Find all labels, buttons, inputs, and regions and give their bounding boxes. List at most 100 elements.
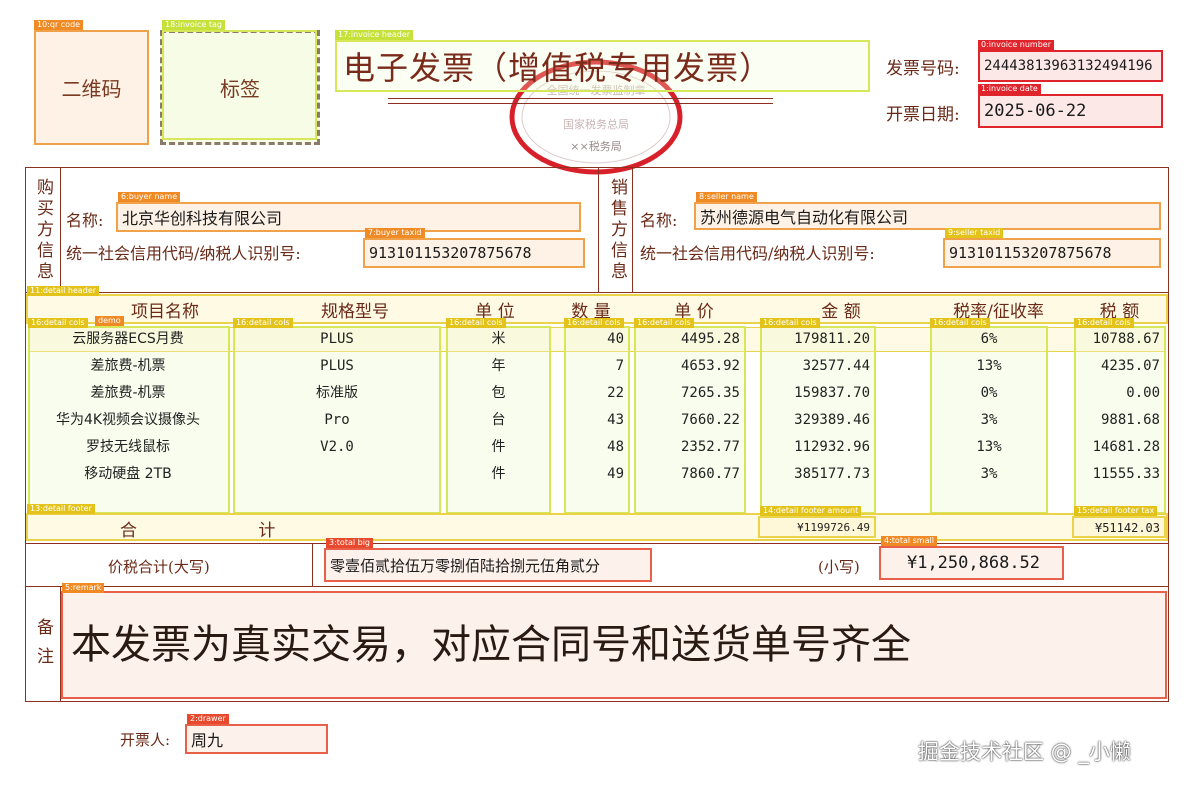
detail-cell-project-name: 移动硬盘 2TB (84, 466, 172, 482)
detail-cell-project-name: 差旅费-机票 (90, 358, 166, 374)
drawer-tag: 2:drawer (187, 714, 229, 724)
buyer-name-field: 北京华创科技有限公司 (116, 202, 581, 232)
seller-name-label: 名称: (640, 211, 678, 230)
remark-field: 本发票为真实交易，对应合同号和送货单号齐全 (61, 591, 1167, 699)
seal-mid-text: 国家税务总局 (563, 117, 629, 131)
detail-col-tax-amount-tag: 16:detail cols (1074, 318, 1134, 328)
detail-cell-quantity: 43 (607, 412, 624, 428)
detail-cell-tax-amount: 9881.68 (1100, 412, 1160, 428)
detail-col-amount-tag: 16:detail cols (760, 318, 820, 328)
detail-footer-amount: ¥1199726.49 (758, 516, 876, 538)
detail-cell-quantity: 40 (607, 331, 624, 347)
totals-top-line (25, 543, 1169, 544)
detail-col-unit-tag: 16:detail cols (446, 318, 506, 328)
detail-cell-unit: 台 (491, 412, 506, 428)
watermark-text: 掘金技术社区 @ _小懒 (918, 740, 1131, 764)
detail-cell-unit: 米 (491, 331, 506, 347)
detail-cell-tax-amount: 14681.28 (1092, 439, 1160, 455)
detail-cell-amount: 329389.46 (794, 412, 870, 428)
detail-cell-spec: PLUS (320, 358, 354, 374)
detail-col-quantity-tag: 16:detail cols (564, 318, 624, 328)
seller-name-tag: 8:seller name (696, 192, 757, 202)
detail-col-tax-rate-tag: 16:detail cols (930, 318, 990, 328)
detail-cell-unit: 件 (491, 439, 506, 455)
detail-cell-spec: Pro (324, 412, 350, 428)
seller-taxid-field: 913101153207875678 (943, 238, 1161, 268)
detail-cell-tax-amount: 4235.07 (1100, 358, 1160, 374)
seller-taxid-tag: 9:seller taxid (945, 228, 1004, 238)
detail-cell-quantity: 7 (615, 358, 624, 374)
detail-cell-quantity: 49 (607, 466, 624, 482)
seal-bottom-text: ××税务局 (570, 139, 621, 153)
detail-cell-unit-price: 4495.28 (680, 331, 740, 347)
detail-cell-quantity: 48 (607, 439, 624, 455)
detail-header-tag: 11:detail header (27, 286, 100, 296)
total-big-field: 零壹佰贰拾伍万零捌佰陆拾捌元伍角贰分 (324, 548, 652, 582)
total-big-tag: 3:total big (326, 538, 373, 548)
buyer-taxid-label: 统一社会信用代码/纳税人识别号: (66, 244, 301, 263)
detail-cell-quantity: 22 (607, 385, 624, 401)
detail-header-spec: 规格型号 (321, 302, 389, 322)
total-small-tag: 4:total small (881, 536, 937, 546)
invoice-header-box: 电子发票（增值税专用发票） (335, 40, 870, 92)
buyer-side-divider (60, 167, 61, 292)
qr-code-tag: 10:qr code (34, 20, 84, 30)
party-bottom-line (25, 292, 1169, 293)
detail-cell-project-name: 华为4K视频会议摄像头 (55, 412, 201, 428)
detail-cell-tax-rate: 0% (980, 385, 998, 401)
invoice-date-label: 开票日期: (886, 105, 960, 125)
drawer-field: 周九 (185, 724, 328, 754)
detail-cell-tax-rate: 3% (980, 466, 998, 482)
detail-cell-unit: 包 (491, 385, 506, 401)
detail-col-unit-price-tag: 16:detail cols (634, 318, 694, 328)
detail-cell-tax-rate: 3% (980, 412, 998, 428)
buyer-name-tag: 6:buyer name (118, 192, 181, 202)
detail-cell-amount: 385177.73 (794, 466, 870, 482)
total-big-label: 价税合计(大写) (108, 558, 210, 576)
seller-taxid-label: 统一社会信用代码/纳税人识别号: (640, 244, 875, 263)
detail-cell-tax-rate: 13% (976, 358, 1002, 374)
detail-cell-spec: V2.0 (320, 439, 354, 455)
detail-footer-tag: 13:detail footer (27, 504, 95, 514)
qr-code-placeholder: 二维码 (34, 30, 149, 145)
seller-name-field: 苏州德源电气自动化有限公司 (694, 202, 1161, 230)
party-middle-divider (598, 167, 599, 292)
buyer-taxid-tag: 7:buyer taxid (365, 228, 425, 238)
detail-cell-project-name: 差旅费-机票 (90, 385, 166, 401)
detail-cell-tax-rate: 6% (980, 331, 998, 347)
invoice-title: 电子发票（增值税专用发票） (343, 49, 773, 87)
invoice-date-tag: 1:invoice date (978, 84, 1041, 94)
demo-tag: demo (95, 316, 124, 326)
detail-cell-unit-price: 2352.77 (680, 439, 740, 455)
detail-col-project-name-tag: 16:detail cols (28, 318, 88, 328)
detail-footer-amount-tag: 14:detail footer amount (760, 506, 862, 516)
detail-cell-unit-price: 4653.92 (680, 358, 740, 374)
qr-code-text: 二维码 (61, 77, 122, 101)
detail-cell-spec: PLUS (320, 331, 354, 347)
detail-footer-tax: ¥51142.03 (1072, 516, 1166, 538)
detail-cell-project-name: 罗技无线鼠标 (86, 439, 170, 455)
detail-cell-unit-price: 7265.35 (680, 385, 740, 401)
invoice-number-field: 24443813963132494196 (978, 50, 1163, 82)
buyer-side-label: 购买方信息 (33, 178, 53, 283)
detail-cell-amount: 112932.96 (794, 439, 870, 455)
drawer-label: 开票人: (120, 731, 171, 749)
detail-cell-amount: 32577.44 (802, 358, 870, 374)
detail-cell-amount: 179811.20 (794, 331, 870, 347)
seller-side-label: 销售方信息 (607, 178, 627, 283)
buyer-taxid-field: 913101153207875678 (363, 238, 585, 268)
title-underline-1 (388, 98, 773, 99)
remark-label: 备注 (33, 618, 53, 676)
detail-cell-project-name: 云服务器ECS月费 (72, 331, 184, 347)
detail-cell-spec (235, 461, 439, 488)
invoice-number-tag: 0:invoice number (978, 40, 1055, 50)
invoice-tag-highlight (162, 30, 317, 140)
detail-footer-tax-tag: 15:detail footer tax (1074, 506, 1158, 516)
invoice-date-field: 2025-06-22 (978, 94, 1163, 128)
detail-cell-tax-rate: 13% (976, 439, 1002, 455)
remark-tag: 5:remark (62, 583, 105, 593)
detail-cell-amount: 159837.70 (794, 385, 870, 401)
detail-cell-unit: 件 (491, 466, 506, 482)
detail-cell-tax-amount: 11555.33 (1092, 466, 1160, 482)
total-small-label: (小写) (818, 558, 860, 576)
